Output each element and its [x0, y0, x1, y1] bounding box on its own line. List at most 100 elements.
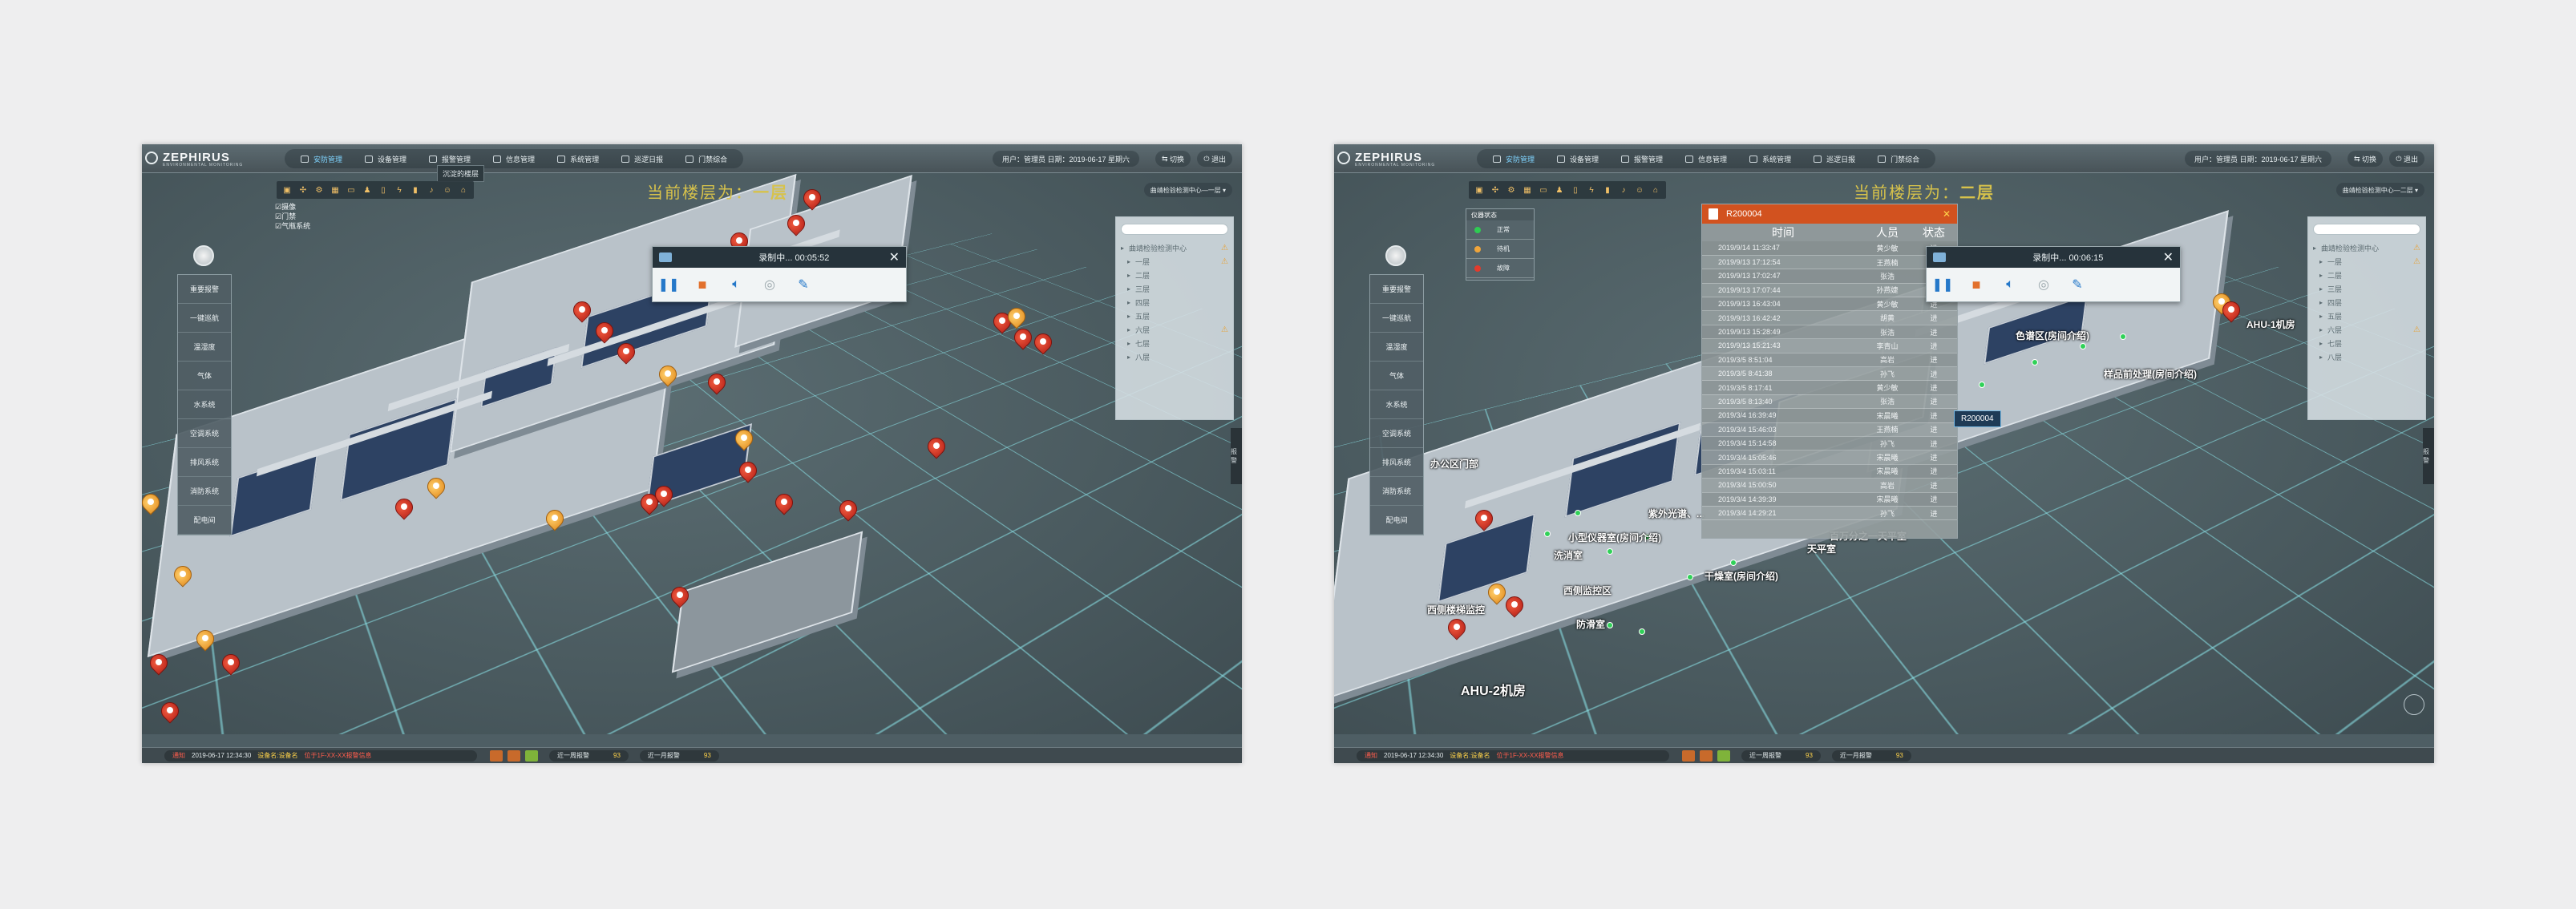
alarm-pin[interactable]: [1471, 506, 1497, 534]
edit-icon[interactable]: ✎: [795, 277, 811, 293]
warning-pin[interactable]: [731, 426, 757, 454]
table-row[interactable]: 2019/9/13 15:28:49 张浩进: [1702, 325, 1957, 340]
device-ok-marker[interactable]: [1979, 382, 1985, 388]
week-alarm-count[interactable]: 近一周报警 93: [1741, 749, 1821, 762]
tree-node[interactable]: ▸ 二层: [2313, 269, 2420, 282]
alarm-pin[interactable]: [613, 339, 639, 367]
tree-node[interactable]: ▸ 五层: [1121, 309, 1228, 323]
volume-icon[interactable]: 🔈︎: [2002, 277, 2018, 293]
alarm-pin[interactable]: [1444, 615, 1470, 643]
tree-node[interactable]: ▸ 一层 ⚠: [2313, 255, 2420, 269]
tree-node[interactable]: ▸ 一层 ⚠: [1121, 255, 1228, 269]
legend-row[interactable]: 正常: [1466, 220, 1534, 240]
device-ok-marker[interactable]: [1607, 622, 1613, 628]
device-ok-marker[interactable]: [1730, 560, 1737, 566]
record-quick-icon[interactable]: [508, 749, 520, 762]
alarm-quick-icon[interactable]: [1682, 749, 1695, 762]
menu-item[interactable]: 水系统: [178, 390, 231, 419]
room-label[interactable]: 样品前处理(房间介绍): [2104, 367, 2197, 381]
warning-pin[interactable]: [142, 490, 164, 518]
alarm-pin[interactable]: [1502, 592, 1527, 620]
exit-button[interactable]: ⏻ 退出: [2389, 151, 2424, 167]
month-alarm-count[interactable]: 近一月报警 93: [639, 749, 719, 762]
table-row[interactable]: 2019/3/4 15:03:11 宋晨曦进: [1702, 464, 1957, 479]
monitor-tool-icon[interactable]: ▭: [1538, 184, 1549, 196]
camera-tool-icon[interactable]: ▣: [281, 184, 293, 196]
edit-icon[interactable]: ✎: [2069, 277, 2085, 293]
alarm-pin[interactable]: [771, 490, 797, 518]
stop-icon[interactable]: ■: [694, 277, 710, 293]
close-icon[interactable]: ✕: [2163, 249, 2174, 265]
room-label[interactable]: AHU-1机房: [2246, 317, 2295, 331]
layer-check[interactable]: 门禁: [275, 212, 310, 221]
room-label[interactable]: 小型仪器室(房间介绍): [1568, 531, 1661, 544]
menu-item[interactable]: 配电间: [178, 506, 231, 535]
device-ok-marker[interactable]: [2032, 359, 2038, 366]
alarm-pin[interactable]: [146, 650, 172, 678]
tree-node[interactable]: ▸ 二层: [1121, 269, 1228, 282]
tree-node[interactable]: ▸ 六层 ⚠: [2313, 323, 2420, 337]
fan-tool-icon[interactable]: ✣: [1490, 184, 1501, 196]
alarm-pin[interactable]: [835, 496, 861, 524]
nav-access[interactable]: 门禁综合: [1866, 149, 1931, 168]
switch-button[interactable]: ⇆ 切换: [1155, 151, 1191, 167]
table-row[interactable]: 2019/3/4 15:14:58 孙飞进: [1702, 436, 1957, 451]
table-row[interactable]: 2019/3/4 15:00:50 高岩进: [1702, 478, 1957, 493]
nav-patrol[interactable]: 巡逻日报: [610, 149, 674, 168]
room-label[interactable]: 西侧楼梯监控: [1427, 603, 1485, 616]
nav-security[interactable]: 安防管理: [1482, 149, 1546, 168]
nav-devices[interactable]: 设备管理: [354, 149, 418, 168]
bell-tool-icon[interactable]: ♪: [1618, 184, 1629, 196]
menu-item[interactable]: 温湿度: [1370, 333, 1423, 362]
room-label[interactable]: 西侧监控区: [1563, 584, 1612, 597]
device-ok-marker[interactable]: [1607, 548, 1613, 555]
table-row[interactable]: 2019/3/5 8:13:40 张浩进: [1702, 394, 1957, 410]
alarm-pin[interactable]: [569, 297, 595, 325]
chart-tool-icon[interactable]: ▮: [410, 184, 421, 196]
week-alarm-count[interactable]: 近一周报警 93: [549, 749, 629, 762]
close-icon[interactable]: ✕: [889, 249, 900, 265]
room-label[interactable]: AHU-2机房: [1461, 680, 1526, 699]
device-ok-marker[interactable]: [2080, 343, 2086, 349]
layer-check[interactable]: 气瓶系统: [275, 221, 310, 231]
gear-tool-icon[interactable]: ⚙: [1506, 184, 1517, 196]
tree-node[interactable]: ▸ 曲靖检验检测中心 ⚠: [2313, 241, 2420, 255]
menu-item[interactable]: 配电间: [1370, 506, 1423, 535]
stop-icon[interactable]: ■: [1968, 277, 1984, 293]
menu-item[interactable]: 一键巡航: [1370, 304, 1423, 333]
volume-icon[interactable]: 🔈︎: [728, 277, 744, 293]
alarm-pin[interactable]: [1010, 325, 1036, 353]
table-row[interactable]: 2019/9/13 16:43:04 黄少敏进: [1702, 297, 1957, 312]
compass-icon[interactable]: [2404, 694, 2424, 715]
warning-pin[interactable]: [1004, 304, 1029, 332]
room-label[interactable]: 色谱区(房间介绍): [2016, 329, 2089, 342]
nav-security[interactable]: 安防管理: [289, 149, 354, 168]
menu-item[interactable]: 水系统: [1370, 390, 1423, 419]
grid-tool-icon[interactable]: ▦: [330, 184, 341, 196]
warning-pin[interactable]: [192, 626, 218, 654]
table-row[interactable]: 2019/3/4 14:39:39 宋晨曦进: [1702, 492, 1957, 507]
room-label[interactable]: 防滑室: [1576, 617, 1605, 631]
menu-item[interactable]: 消防系统: [178, 477, 231, 506]
menu-item[interactable]: 空调系统: [178, 419, 231, 448]
month-alarm-count[interactable]: 近一月报警 93: [1831, 749, 1911, 762]
table-row[interactable]: 2019/3/5 8:41:38 孙飞进: [1702, 366, 1957, 382]
user-tool-icon[interactable]: ☺: [442, 184, 453, 196]
user-tool-icon[interactable]: ☺: [1634, 184, 1645, 196]
close-icon[interactable]: ✕: [1943, 208, 1951, 220]
device-ok-marker[interactable]: [1639, 628, 1645, 635]
menu-item[interactable]: 气体: [178, 362, 231, 390]
warning-pin[interactable]: [423, 474, 449, 502]
home-tool-icon[interactable]: ⌂: [458, 184, 469, 196]
table-row[interactable]: 2019/9/13 17:07:44孙燕婕进: [1702, 283, 1957, 298]
menu-item[interactable]: 一键巡航: [178, 304, 231, 333]
camera-control-icon[interactable]: ◎: [762, 277, 778, 293]
tree-search-input[interactable]: [2313, 224, 2420, 235]
nav-alarms[interactable]: 报警管理: [1610, 149, 1674, 168]
device-ok-marker[interactable]: [2120, 333, 2126, 340]
room-label[interactable]: 干燥室(房间介绍): [1705, 569, 1778, 583]
menu-item[interactable]: 重要报警: [178, 275, 231, 304]
alarm-pin[interactable]: [157, 698, 183, 726]
table-row[interactable]: 2019/9/13 15:21:43 李青山进: [1702, 338, 1957, 354]
ok-quick-icon[interactable]: [1717, 749, 1730, 762]
